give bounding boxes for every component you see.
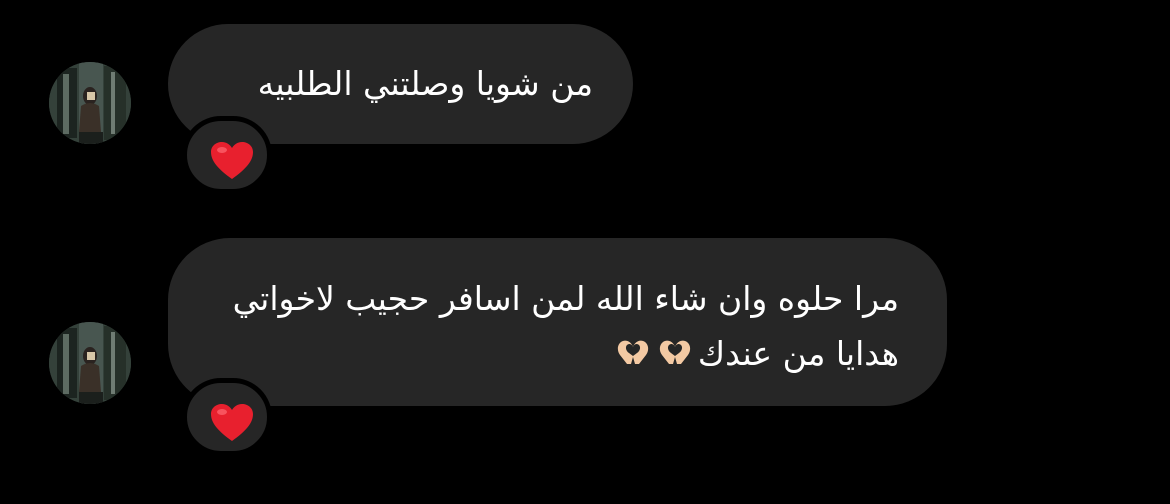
reaction-badge[interactable] <box>182 378 272 456</box>
heart-hands-icon <box>656 328 694 383</box>
heart-icon <box>211 404 253 441</box>
sender-avatar[interactable] <box>49 322 131 404</box>
reaction-badge[interactable] <box>182 116 272 194</box>
heart-icon <box>211 142 253 179</box>
message-text: من شويا وصلتني الطلبيه <box>257 64 593 103</box>
message-text: هدايا من عندك <box>697 334 899 373</box>
heart-hands-icon <box>614 328 652 383</box>
message-text-line-2: هدايا من عندك <box>206 326 899 383</box>
message-bubble[interactable]: مرا حلوه وان شاء الله لمن اسافر حجيب لاخ… <box>168 238 947 406</box>
sender-avatar[interactable] <box>49 62 131 144</box>
message-text-line-1: مرا حلوه وان شاء الله لمن اسافر حجيب لاخ… <box>232 279 899 318</box>
